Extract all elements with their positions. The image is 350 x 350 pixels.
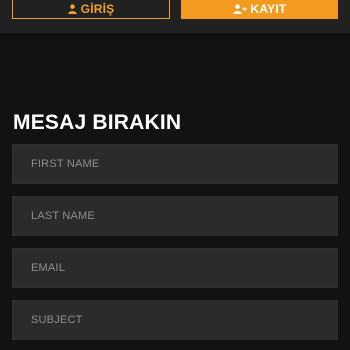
user-icon — [67, 3, 77, 14]
top-bar: GİRİŞ KAYIT — [0, 0, 350, 33]
register-button-label: KAYIT — [250, 1, 287, 16]
contact-form-title: MESAJ BIRAKIN — [13, 111, 182, 134]
first-name-input[interactable] — [12, 144, 338, 184]
last-name-input[interactable] — [12, 196, 338, 236]
email-input[interactable] — [12, 248, 338, 288]
subject-input[interactable] — [12, 300, 338, 340]
login-button-label: GİRİŞ — [80, 1, 115, 16]
user-plus-icon — [232, 3, 247, 14]
register-button[interactable]: KAYIT — [181, 0, 338, 19]
login-button[interactable]: GİRİŞ — [12, 0, 170, 19]
